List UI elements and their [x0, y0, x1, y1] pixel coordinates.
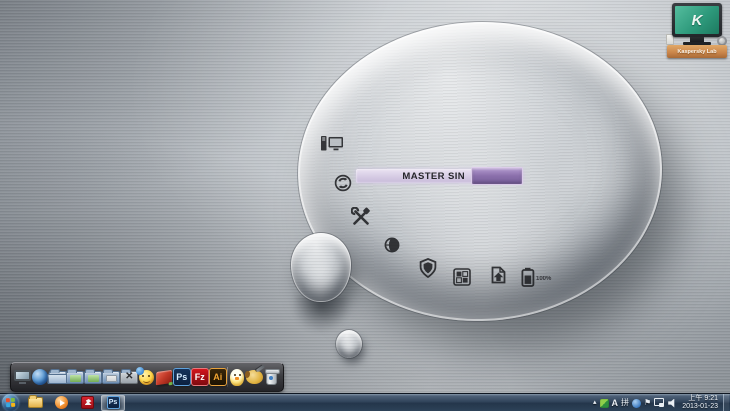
system-tray: ▴ A 拼 ⚑ 上午 9:21 2013-01-23 — [593, 394, 730, 411]
clock-date: 2013-01-23 — [682, 403, 718, 411]
red-bag-icon — [156, 369, 172, 384]
tray-app-icon[interactable] — [600, 399, 609, 408]
dock-item-folder-downloads[interactable] — [84, 365, 102, 389]
dock-item-illustrator[interactable]: Ai — [209, 365, 227, 389]
tray-blue-icon[interactable] — [632, 399, 641, 408]
taskbar-buttons: Ps — [0, 394, 126, 411]
gadget-meter-fill — [471, 167, 523, 185]
ime-language-indicator[interactable]: A — [612, 394, 619, 411]
kaspersky-logo: K — [692, 12, 703, 29]
chick-icon — [230, 369, 244, 386]
folder-icon — [102, 371, 120, 384]
network-icon[interactable] — [654, 398, 665, 408]
ime-mode-indicator[interactable]: 拼 — [621, 394, 629, 411]
taskbar-clock[interactable]: 上午 9:21 2013-01-23 — [680, 395, 720, 411]
water-drop-medium — [291, 233, 351, 302]
taskbar-item-red-app[interactable] — [75, 395, 99, 411]
globe-icon — [32, 369, 48, 385]
open-folder-icon — [47, 371, 67, 384]
smiley-icon — [139, 370, 154, 385]
dock-item-recycle-bin[interactable] — [263, 365, 280, 389]
illustrator-icon: Ai — [209, 368, 227, 386]
taskbar-item-photoshop[interactable]: Ps — [101, 395, 125, 411]
photoshop-icon: Ps — [173, 368, 191, 386]
dock-item-red-satchel[interactable] — [156, 365, 173, 389]
dock-item-pet-chick[interactable] — [228, 365, 245, 389]
kaspersky-monitor: K — [672, 3, 722, 37]
gadget-meter-bar[interactable]: MASTER SIN — [356, 169, 523, 183]
computer-icon — [14, 370, 31, 384]
start-button[interactable] — [2, 394, 19, 411]
kaspersky-screen: K — [675, 6, 719, 34]
kaspersky-base: Kaspersky Lab — [667, 45, 727, 58]
dock-item-messenger[interactable] — [138, 365, 155, 389]
shield-icon[interactable] — [419, 258, 437, 278]
folder-icon — [66, 371, 84, 384]
show-desktop-button[interactable] — [723, 394, 729, 411]
taskbar-item-explorer[interactable] — [23, 395, 47, 411]
dock-item-pet-dog[interactable] — [246, 365, 263, 389]
dock-item-photoshop[interactable]: Ps — [173, 365, 191, 389]
photoshop-icon: Ps — [107, 396, 120, 409]
media-player-icon — [55, 396, 68, 409]
globe-icon[interactable] — [384, 237, 400, 253]
dock-item-folder-documents[interactable] — [66, 365, 84, 389]
taskbar: Ps ▴ A 拼 ⚑ 上午 9:21 2013-01-23 — [0, 393, 730, 411]
red-app-icon — [81, 396, 94, 409]
dock-item-my-computer[interactable] — [14, 365, 31, 389]
dock-item-folder-open[interactable] — [48, 365, 66, 389]
battery-icon[interactable] — [521, 267, 535, 287]
windows-logo-icon — [6, 398, 15, 407]
volume-icon[interactable] — [668, 399, 677, 408]
taskbar-item-media-player[interactable] — [49, 395, 73, 411]
filezilla-icon: Fz — [191, 368, 209, 386]
grid-icon[interactable] — [453, 268, 471, 286]
hidden-icons-arrow[interactable]: ▴ — [593, 394, 597, 411]
dock-item-folder-pictures[interactable] — [102, 365, 120, 389]
sync-icon[interactable] — [334, 174, 352, 192]
battery-percent-label: 100% — [536, 276, 551, 282]
pc-icon[interactable] — [320, 135, 344, 153]
trash-icon — [266, 370, 277, 385]
explorer-folder-icon — [28, 397, 43, 408]
dog-icon — [246, 370, 263, 384]
dock-item-network-globe[interactable] — [31, 365, 48, 389]
tools-icon[interactable] — [351, 207, 371, 227]
action-center-flag-icon[interactable]: ⚑ — [644, 394, 651, 411]
clock-time: 上午 9:21 — [682, 395, 718, 403]
kaspersky-gadget[interactable]: K Kaspersky Lab — [666, 3, 728, 58]
dock-bar: ✕ Ps Fz Ai — [10, 362, 284, 392]
kaspersky-label: Kaspersky Lab — [677, 49, 716, 55]
folder-icon — [84, 371, 102, 384]
gadget-title: MASTER SIN — [402, 171, 465, 182]
water-drop-small — [336, 330, 362, 358]
desktop-wallpaper: 100% MASTER SIN K Kaspersky Lab — [0, 0, 730, 411]
upload-doc-icon[interactable] — [488, 265, 508, 285]
dock-item-filezilla[interactable]: Fz — [191, 365, 209, 389]
